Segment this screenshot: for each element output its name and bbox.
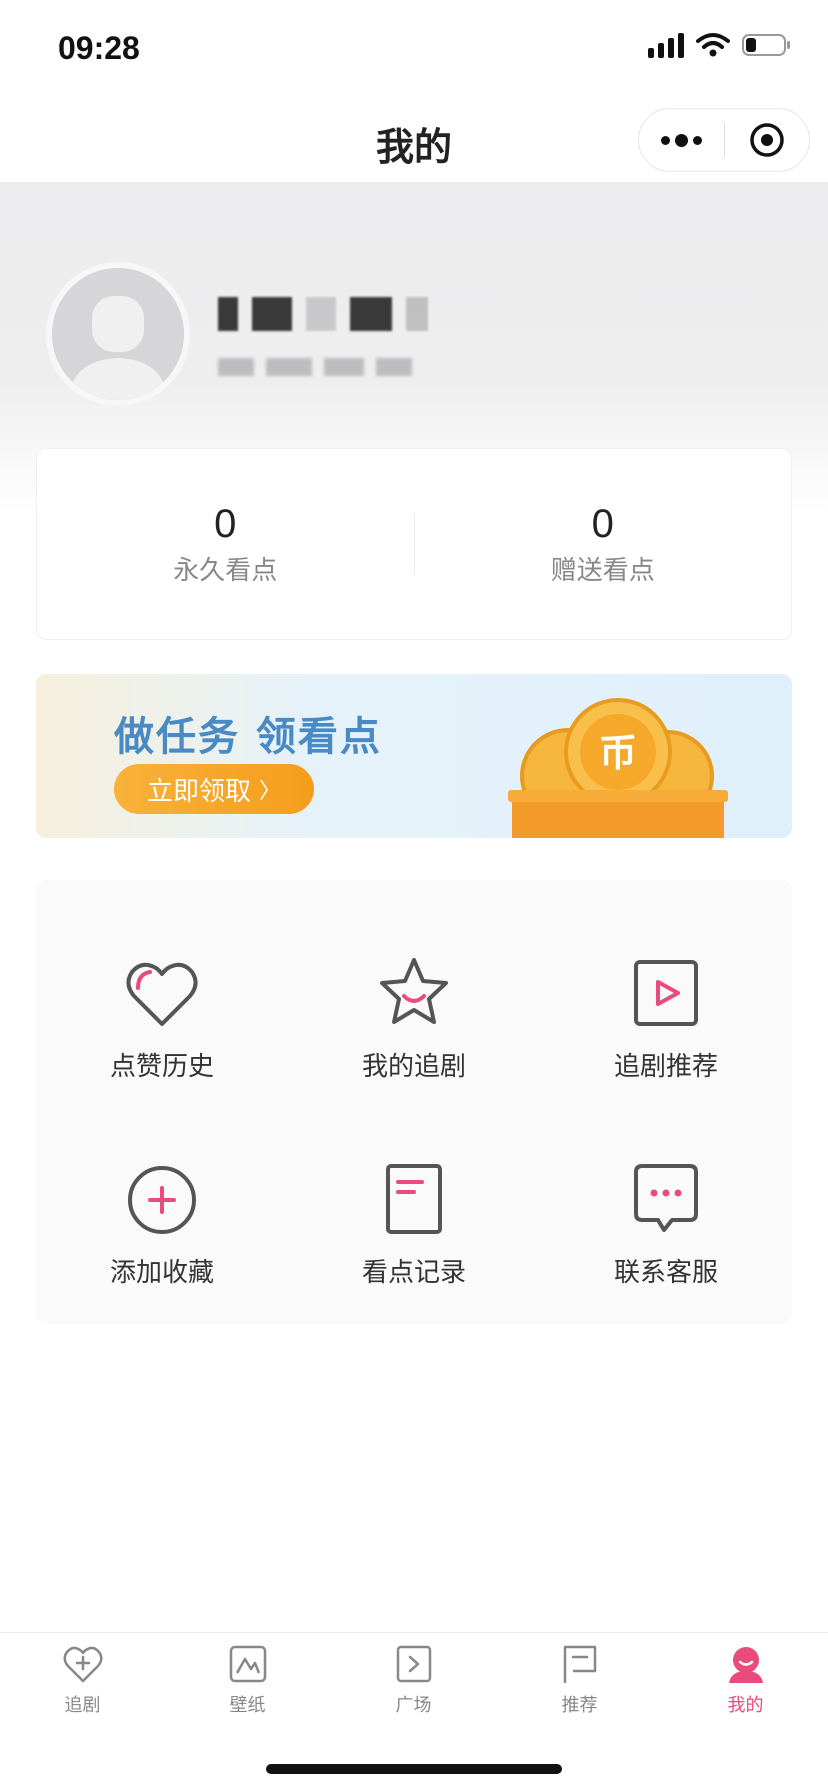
avatar[interactable] xyxy=(46,262,190,406)
status-icons xyxy=(648,32,792,58)
banner-title: 做任务 领看点 xyxy=(114,714,382,760)
gift-points-value: 0 xyxy=(591,501,614,546)
menu-item-drama-recommend[interactable]: 追剧推荐 xyxy=(540,904,792,1104)
nickname-redacted xyxy=(218,294,438,334)
gift-points-label: 赠送看点 xyxy=(550,555,655,586)
tab-label: 壁纸 xyxy=(229,1695,266,1716)
play-icon xyxy=(634,960,698,1026)
default-avatar-icon xyxy=(52,268,184,400)
coin-glyph: 币 xyxy=(599,731,637,775)
tab-label: 追剧 xyxy=(64,1695,101,1716)
plus-circle-icon xyxy=(128,1166,196,1234)
permanent-points-value: 0 xyxy=(214,501,237,546)
more-button[interactable] xyxy=(639,108,724,172)
points-card: 0 永久看点 0 赠送看点 xyxy=(36,448,792,640)
menu-item-my-dramas[interactable]: 我的追剧 xyxy=(288,904,540,1104)
tab-label: 广场 xyxy=(395,1695,432,1716)
mini-program-capsule xyxy=(638,108,810,172)
menu-item-contact-support[interactable]: 联系客服 xyxy=(540,1110,792,1310)
gift-points[interactable]: 0 赠送看点 xyxy=(415,502,792,587)
permanent-points[interactable]: 0 永久看点 xyxy=(37,502,414,587)
tab-square[interactable]: 广场 xyxy=(331,1643,496,1743)
document-icon xyxy=(386,1164,442,1234)
status-time: 09:28 xyxy=(58,30,140,66)
chevron-right-icon: 〉 xyxy=(259,779,282,804)
close-mini-program-button[interactable] xyxy=(725,108,810,172)
dot-icon xyxy=(692,135,702,145)
wifi-icon xyxy=(696,33,730,57)
menu-item-add-favorite[interactable]: 添加收藏 xyxy=(36,1110,288,1310)
menu-label: 点赞历史 xyxy=(109,1052,214,1082)
tab-dramas[interactable]: 追剧 xyxy=(0,1643,165,1743)
menu-label: 看点记录 xyxy=(361,1258,466,1288)
dot-icon xyxy=(660,135,670,145)
coin-box-illustration: 币 xyxy=(508,694,728,838)
star-icon xyxy=(380,958,448,1024)
menu-label: 我的追剧 xyxy=(361,1052,466,1082)
tab-label: 我的 xyxy=(727,1695,764,1716)
task-banner[interactable]: 做任务 领看点 立即领取 〉 币 xyxy=(36,674,792,838)
claim-now-label: 立即领取 xyxy=(146,776,251,807)
heart-plus-icon xyxy=(63,1646,102,1683)
flag-icon xyxy=(563,1645,596,1683)
user-id-redacted xyxy=(218,358,412,376)
signal-icon xyxy=(648,32,684,58)
menu-item-points-record[interactable]: 看点记录 xyxy=(288,1110,540,1310)
square-arrow-icon xyxy=(396,1645,431,1683)
tab-label: 推荐 xyxy=(561,1695,598,1716)
home-indicator xyxy=(266,1764,562,1774)
battery-icon xyxy=(742,34,790,56)
target-icon xyxy=(750,123,784,157)
status-bar: 09:28 xyxy=(0,0,828,96)
chat-icon xyxy=(634,1164,698,1232)
menu-item-like-history[interactable]: 点赞历史 xyxy=(36,904,288,1104)
menu-grid: 点赞历史 我的追剧 追剧推荐 添加收藏 看点记录 联系客服 xyxy=(36,880,792,1324)
tab-recommend[interactable]: 推荐 xyxy=(497,1643,662,1743)
tab-mine[interactable]: 我的 xyxy=(663,1643,828,1743)
menu-label: 联系客服 xyxy=(613,1258,718,1288)
menu-label: 追剧推荐 xyxy=(613,1052,718,1082)
permanent-points-label: 永久看点 xyxy=(173,555,278,586)
tab-wallpaper[interactable]: 壁纸 xyxy=(165,1643,330,1743)
page: 09:28 我的 0 永久看点 0 赠送看点 做任务 领看点 立即领取 〉 币 … xyxy=(0,0,828,1792)
heart-icon xyxy=(126,962,198,1026)
menu-label: 添加收藏 xyxy=(109,1258,214,1288)
person-icon xyxy=(728,1647,763,1683)
image-icon xyxy=(229,1645,266,1683)
dot-icon xyxy=(674,133,688,147)
claim-now-button[interactable]: 立即领取 〉 xyxy=(114,764,314,814)
nav-bar: 我的 xyxy=(0,96,828,182)
